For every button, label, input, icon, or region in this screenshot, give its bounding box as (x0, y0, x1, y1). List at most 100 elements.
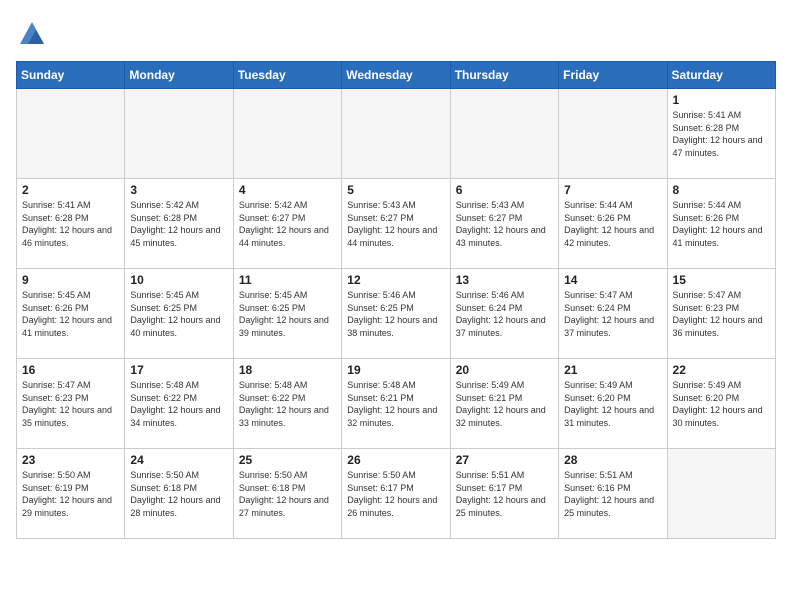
header-monday: Monday (125, 62, 233, 89)
day-number: 2 (22, 183, 119, 197)
day-info: Sunrise: 5:50 AM Sunset: 6:17 PM Dayligh… (347, 469, 444, 519)
calendar-cell: 12 Sunrise: 5:46 AM Sunset: 6:25 PM Dayli… (342, 269, 450, 359)
header (16, 16, 776, 49)
calendar-cell: 18 Sunrise: 5:48 AM Sunset: 6:22 PM Dayli… (233, 359, 341, 449)
day-number: 21 (564, 363, 661, 377)
day-number: 11 (239, 273, 336, 287)
calendar-cell: 3 Sunrise: 5:42 AM Sunset: 6:28 PM Daylig… (125, 179, 233, 269)
calendar-cell (667, 449, 775, 539)
calendar-cell: 6 Sunrise: 5:43 AM Sunset: 6:27 PM Daylig… (450, 179, 558, 269)
calendar-cell: 27Sunrise: 5:51 AM Sunset: 6:17 PM Dayli… (450, 449, 558, 539)
header-wednesday: Wednesday (342, 62, 450, 89)
calendar-cell (342, 89, 450, 179)
calendar-cell: 14 Sunrise: 5:47 AM Sunset: 6:24 PM Dayli… (559, 269, 667, 359)
calendar-cell: 9 Sunrise: 5:45 AM Sunset: 6:26 PM Daylig… (17, 269, 125, 359)
day-info: Sunrise: 5:45 AM Sunset: 6:25 PM Dayligh… (130, 289, 227, 339)
day-number: 9 (22, 273, 119, 287)
day-number: 28 (564, 453, 661, 467)
header-sunday: Sunday (17, 62, 125, 89)
day-info: Sunrise: 5:49 AM Sunset: 6:21 PM Dayligh… (456, 379, 553, 429)
day-info: Sunrise: 5:43 AM Sunset: 6:27 PM Dayligh… (456, 199, 553, 249)
day-info: Sunrise: 5:50 AM Sunset: 6:18 PM Dayligh… (239, 469, 336, 519)
calendar-cell (450, 89, 558, 179)
day-info: Sunrise: 5:50 AM Sunset: 6:18 PM Dayligh… (130, 469, 227, 519)
day-number: 12 (347, 273, 444, 287)
calendar-cell: 28 Sunrise: 5:51 AM Sunset: 6:16 PM Dayli… (559, 449, 667, 539)
day-number: 1 (673, 93, 770, 107)
calendar-cell: 2 Sunrise: 5:41 AM Sunset: 6:28 PM Daylig… (17, 179, 125, 269)
day-number: 20 (456, 363, 553, 377)
day-number: 6 (456, 183, 553, 197)
day-info: Sunrise: 5:47 AM Sunset: 6:23 PM Dayligh… (673, 289, 770, 339)
day-number: 14 (564, 273, 661, 287)
day-number: 8 (673, 183, 770, 197)
day-number: 19 (347, 363, 444, 377)
calendar-cell: 17 Sunrise: 5:48 AM Sunset: 6:22 PM Dayli… (125, 359, 233, 449)
day-info: Sunrise: 5:49 AM Sunset: 6:20 PM Dayligh… (673, 379, 770, 429)
header-tuesday: Tuesday (233, 62, 341, 89)
day-number: 3 (130, 183, 227, 197)
day-number: 5 (347, 183, 444, 197)
week-row-1: 2 Sunrise: 5:41 AM Sunset: 6:28 PM Daylig… (17, 179, 776, 269)
calendar-header-row: SundayMondayTuesdayWednesdayThursdayFrid… (17, 62, 776, 89)
day-info: Sunrise: 5:45 AM Sunset: 6:26 PM Dayligh… (22, 289, 119, 339)
calendar-cell: 10 Sunrise: 5:45 AM Sunset: 6:25 PM Dayli… (125, 269, 233, 359)
calendar-cell: 1 Sunrise: 5:41 AM Sunset: 6:28 PM Daylig… (667, 89, 775, 179)
week-row-4: 23 Sunrise: 5:50 AM Sunset: 6:19 PM Dayli… (17, 449, 776, 539)
day-info: Sunrise: 5:43 AM Sunset: 6:27 PM Dayligh… (347, 199, 444, 249)
calendar-cell: 16Sunrise: 5:47 AM Sunset: 6:23 PM Dayli… (17, 359, 125, 449)
day-info: Sunrise: 5:48 AM Sunset: 6:22 PM Dayligh… (239, 379, 336, 429)
day-number: 22 (673, 363, 770, 377)
calendar-cell: 24Sunrise: 5:50 AM Sunset: 6:18 PM Dayli… (125, 449, 233, 539)
day-info: Sunrise: 5:47 AM Sunset: 6:24 PM Dayligh… (564, 289, 661, 339)
logo (16, 20, 46, 49)
day-number: 23 (22, 453, 119, 467)
day-number: 4 (239, 183, 336, 197)
calendar-cell: 8Sunrise: 5:44 AM Sunset: 6:26 PM Daylig… (667, 179, 775, 269)
week-row-3: 16Sunrise: 5:47 AM Sunset: 6:23 PM Dayli… (17, 359, 776, 449)
calendar-body: 1 Sunrise: 5:41 AM Sunset: 6:28 PM Daylig… (17, 89, 776, 539)
day-number: 15 (673, 273, 770, 287)
calendar-cell: 21 Sunrise: 5:49 AM Sunset: 6:20 PM Dayli… (559, 359, 667, 449)
day-info: Sunrise: 5:44 AM Sunset: 6:26 PM Dayligh… (564, 199, 661, 249)
calendar-table: SundayMondayTuesdayWednesdayThursdayFrid… (16, 61, 776, 539)
day-info: Sunrise: 5:48 AM Sunset: 6:21 PM Dayligh… (347, 379, 444, 429)
day-info: Sunrise: 5:51 AM Sunset: 6:17 PM Dayligh… (456, 469, 553, 519)
header-saturday: Saturday (667, 62, 775, 89)
header-friday: Friday (559, 62, 667, 89)
calendar-cell: 11 Sunrise: 5:45 AM Sunset: 6:25 PM Dayli… (233, 269, 341, 359)
day-number: 10 (130, 273, 227, 287)
day-info: Sunrise: 5:46 AM Sunset: 6:24 PM Dayligh… (456, 289, 553, 339)
calendar-cell: 25 Sunrise: 5:50 AM Sunset: 6:18 PM Dayli… (233, 449, 341, 539)
day-info: Sunrise: 5:45 AM Sunset: 6:25 PM Dayligh… (239, 289, 336, 339)
day-info: Sunrise: 5:42 AM Sunset: 6:27 PM Dayligh… (239, 199, 336, 249)
calendar-cell: 15 Sunrise: 5:47 AM Sunset: 6:23 PM Dayli… (667, 269, 775, 359)
day-number: 18 (239, 363, 336, 377)
day-info: Sunrise: 5:51 AM Sunset: 6:16 PM Dayligh… (564, 469, 661, 519)
day-info: Sunrise: 5:46 AM Sunset: 6:25 PM Dayligh… (347, 289, 444, 339)
calendar-cell: 20 Sunrise: 5:49 AM Sunset: 6:21 PM Dayli… (450, 359, 558, 449)
calendar-cell: 19 Sunrise: 5:48 AM Sunset: 6:21 PM Dayli… (342, 359, 450, 449)
day-number: 7 (564, 183, 661, 197)
day-info: Sunrise: 5:47 AM Sunset: 6:23 PM Dayligh… (22, 379, 119, 429)
calendar-cell (559, 89, 667, 179)
day-info: Sunrise: 5:41 AM Sunset: 6:28 PM Dayligh… (22, 199, 119, 249)
week-row-0: 1 Sunrise: 5:41 AM Sunset: 6:28 PM Daylig… (17, 89, 776, 179)
day-number: 13 (456, 273, 553, 287)
day-info: Sunrise: 5:41 AM Sunset: 6:28 PM Dayligh… (673, 109, 770, 159)
calendar-cell (17, 89, 125, 179)
calendar-cell: 23 Sunrise: 5:50 AM Sunset: 6:19 PM Dayli… (17, 449, 125, 539)
header-thursday: Thursday (450, 62, 558, 89)
day-info: Sunrise: 5:48 AM Sunset: 6:22 PM Dayligh… (130, 379, 227, 429)
calendar-cell: 7 Sunrise: 5:44 AM Sunset: 6:26 PM Daylig… (559, 179, 667, 269)
calendar-cell: 5 Sunrise: 5:43 AM Sunset: 6:27 PM Daylig… (342, 179, 450, 269)
calendar-cell: 26 Sunrise: 5:50 AM Sunset: 6:17 PM Dayli… (342, 449, 450, 539)
calendar-cell: 13 Sunrise: 5:46 AM Sunset: 6:24 PM Dayli… (450, 269, 558, 359)
calendar-cell (125, 89, 233, 179)
day-number: 17 (130, 363, 227, 377)
day-number: 25 (239, 453, 336, 467)
day-info: Sunrise: 5:49 AM Sunset: 6:20 PM Dayligh… (564, 379, 661, 429)
day-info: Sunrise: 5:50 AM Sunset: 6:19 PM Dayligh… (22, 469, 119, 519)
day-number: 26 (347, 453, 444, 467)
day-info: Sunrise: 5:42 AM Sunset: 6:28 PM Dayligh… (130, 199, 227, 249)
